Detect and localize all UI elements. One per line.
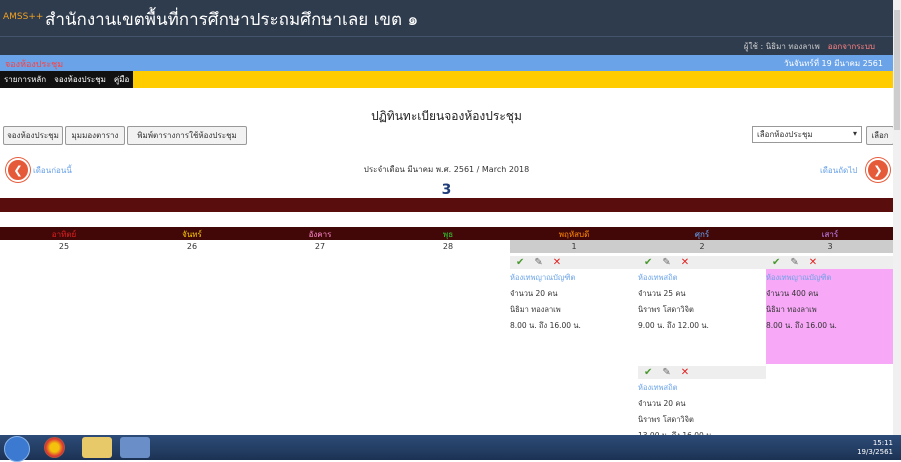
- date-cell: 3: [766, 240, 894, 253]
- approve-icon[interactable]: ✔: [644, 367, 652, 378]
- page-title: ปฏิทินทะเบียนจองห้องประชุม: [371, 109, 522, 123]
- user-bar: ผู้ใช้ : นิธิมา ทองลาเพ ออกจากระบบ: [0, 36, 893, 55]
- current-date: วันจันทร์ที่ 19 มีนาคม 2561: [784, 59, 883, 68]
- day-header-row: อาทิตย์ จันทร์ อังคาร พุธ พฤหัสบดี ศุกร์ เสาร์: [0, 227, 893, 240]
- booking-room[interactable]: ห้องเทพญาณบัญฑิต: [766, 272, 894, 284]
- date-cell: 2: [638, 240, 766, 253]
- booking-card[interactable]: ✔ ✎ ✕ ห้องเทพญาณบัญฑิต จำนวน 400 คน นิธิมา…: [766, 256, 894, 364]
- booking-card[interactable]: ✔ ✎ ✕ ห้องเทพญาณบัญฑิต จำนวน 20 คน นิธิมา …: [510, 256, 638, 332]
- date-cell: 28: [442, 242, 454, 251]
- booking-time: 8.00 น. ถึง 16.00 น.: [510, 321, 581, 330]
- scrollbar[interactable]: [893, 0, 901, 435]
- delete-icon[interactable]: ✕: [681, 367, 689, 378]
- select-room-button[interactable]: เลือก: [866, 126, 894, 145]
- clock-date: 19/3/2561: [857, 448, 893, 456]
- approve-icon[interactable]: ✔: [516, 257, 524, 268]
- next-month-icon[interactable]: ❯: [866, 158, 890, 182]
- booking-room[interactable]: ห้องเทพสถิต: [638, 272, 766, 284]
- calendar-band: [0, 198, 893, 212]
- chevron-down-icon: ▾: [852, 129, 857, 138]
- folder-icon[interactable]: [82, 437, 112, 458]
- room-select[interactable]: เลือกห้องประชุม ▾: [752, 126, 862, 143]
- booking-user: นิธิมา ทองลาเพ: [766, 305, 817, 314]
- booking-user: นิราพร โสดาวิจิต: [638, 415, 694, 424]
- section-bar: จองห้องประชุม วันจันทร์ที่ 19 มีนาคม 256…: [0, 55, 893, 71]
- book-room-button[interactable]: จองห้องประชุม: [3, 126, 63, 145]
- booking-count: จำนวน 25 คน: [638, 289, 686, 298]
- booking-card[interactable]: ✔ ✎ ✕ ห้องเทพสถิต จำนวน 25 คน นิราพร โสดาว…: [638, 256, 766, 332]
- system-tray[interactable]: 15:11 19/3/2561: [857, 439, 893, 457]
- menu-bar: รายการหลัก จองห้องประชุม คู่มือ: [0, 71, 893, 88]
- booking-card[interactable]: ✔ ✎ ✕ ห้องเทพสถิต จำนวน 20 คน นิราพร โสดาว…: [638, 366, 766, 442]
- start-button[interactable]: [4, 436, 30, 462]
- delete-icon[interactable]: ✕: [681, 257, 689, 268]
- current-user: ผู้ใช้ : นิธิมา ทองลาเพ: [743, 42, 820, 51]
- month-info: ประจำเดือน มีนาคม พ.ศ. 2561 / March 2018: [363, 165, 530, 174]
- date-row: 25 26 27 28 1 2 3: [0, 240, 894, 254]
- date-cell: 27: [314, 242, 326, 251]
- booking-room[interactable]: ห้องเทพญาณบัญฑิต: [510, 272, 638, 284]
- scrollbar-thumb[interactable]: [894, 10, 900, 130]
- print-schedule-button[interactable]: พิมพ์ตารางการใช้ห้องประชุม: [127, 126, 247, 145]
- booking-count: จำนวน 400 คน: [766, 289, 819, 298]
- chrome-icon[interactable]: [44, 437, 65, 458]
- section-title: จองห้องประชุม: [5, 60, 64, 70]
- current-day: 3: [441, 182, 452, 198]
- edit-icon[interactable]: ✎: [662, 257, 670, 268]
- booking-room[interactable]: ห้องเทพสถิต: [638, 382, 766, 394]
- date-cell: 25: [58, 242, 70, 251]
- booking-count: จำนวน 20 คน: [638, 399, 686, 408]
- table-view-button[interactable]: มุมมองตาราง: [65, 126, 125, 145]
- booking-time: 9.00 น. ถึง 12.00 น.: [638, 321, 709, 330]
- booking-user: นิราพร โสดาวิจิต: [638, 305, 694, 314]
- approve-icon[interactable]: ✔: [644, 257, 652, 268]
- booking-user: นิธิมา ทองลาเพ: [510, 305, 561, 314]
- logout-link[interactable]: ออกจากระบบ: [828, 42, 875, 51]
- booking-count: จำนวน 20 คน: [510, 289, 558, 298]
- app-header: AMSS++ สำนักงานเขตพื้นที่การศึกษาประถมศึ…: [0, 0, 893, 36]
- delete-icon[interactable]: ✕: [809, 257, 817, 268]
- date-cell: 1: [510, 240, 638, 253]
- booking-time: 8.00 น. ถึง 16.00 น.: [766, 321, 837, 330]
- delete-icon[interactable]: ✕: [553, 257, 561, 268]
- menu-item-booking[interactable]: จองห้องประชุม: [50, 73, 110, 86]
- brand-logo: AMSS++: [3, 12, 44, 22]
- edit-icon[interactable]: ✎: [790, 257, 798, 268]
- menu-item-main[interactable]: รายการหลัก: [0, 73, 50, 86]
- menu-item-manual[interactable]: คู่มือ: [110, 73, 133, 86]
- paint-icon[interactable]: [120, 437, 150, 458]
- page-header-title: สำนักงานเขตพื้นที่การศึกษาประถมศึกษาเลย …: [45, 10, 419, 30]
- approve-icon[interactable]: ✔: [772, 257, 780, 268]
- clock-time: 15:11: [872, 439, 893, 447]
- edit-icon[interactable]: ✎: [534, 257, 542, 268]
- edit-icon[interactable]: ✎: [662, 367, 670, 378]
- taskbar: 15:11 19/3/2561: [0, 435, 901, 462]
- date-cell: 26: [186, 242, 198, 251]
- next-month-link[interactable]: เดือนถัดไป: [820, 164, 857, 177]
